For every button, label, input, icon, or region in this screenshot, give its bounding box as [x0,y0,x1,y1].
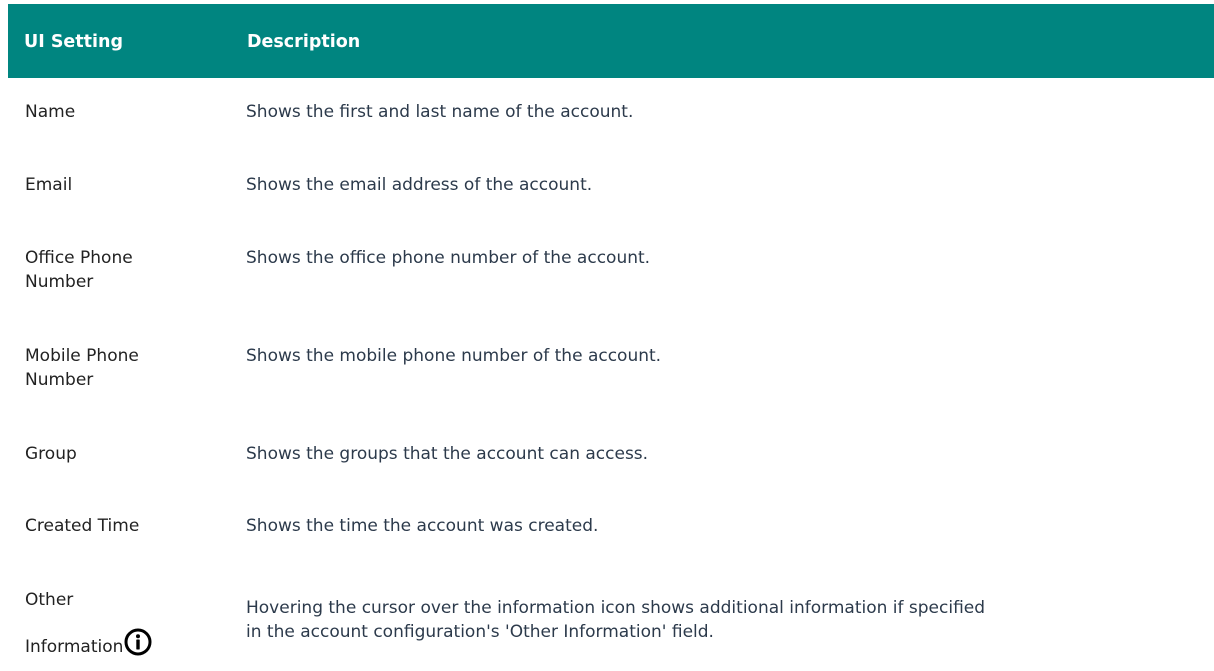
table-header: UI Setting Description [8,4,1214,78]
info-circle-icon[interactable] [124,628,152,656]
setting-label: Name [25,102,76,122]
settings-table: UI Setting Description Name Shows the fi… [8,4,1214,657]
setting-office-phone: Office Phone Number [25,246,225,294]
setting-label-line: Other [25,590,74,610]
setting-label: Email [25,175,73,195]
setting-other-information: Other Information [25,588,225,659]
description-office-phone: Shows the office phone number of the acc… [246,248,651,268]
setting-group: Group [25,442,225,466]
description-group: Shows the groups that the account can ac… [246,444,649,464]
description-other-information: Hovering the cursor over the information… [246,596,1206,644]
setting-label-line: Mobile Phone [25,346,139,366]
description-line: in the account configuration's 'Other In… [246,622,714,642]
setting-name: Name [25,100,225,124]
setting-label-line: Number [25,272,94,292]
description-name: Shows the first and last name of the acc… [246,102,634,122]
description-email: Shows the email address of the account. [246,175,593,195]
setting-created-time: Created Time [25,514,225,538]
header-ui-setting: UI Setting [24,32,124,52]
setting-label: Group [25,444,77,464]
description-mobile-phone: Shows the mobile phone number of the acc… [246,346,662,366]
description-line: Hovering the cursor over the information… [246,598,986,618]
setting-label-line: Information [25,637,124,657]
setting-email: Email [25,173,225,197]
header-description: Description [247,32,361,52]
setting-label: Created Time [25,516,140,536]
setting-label-line: Office Phone [25,248,133,268]
setting-label-line: Number [25,370,94,390]
description-created-time: Shows the time the account was created. [246,516,599,536]
setting-mobile-phone: Mobile Phone Number [25,344,225,392]
